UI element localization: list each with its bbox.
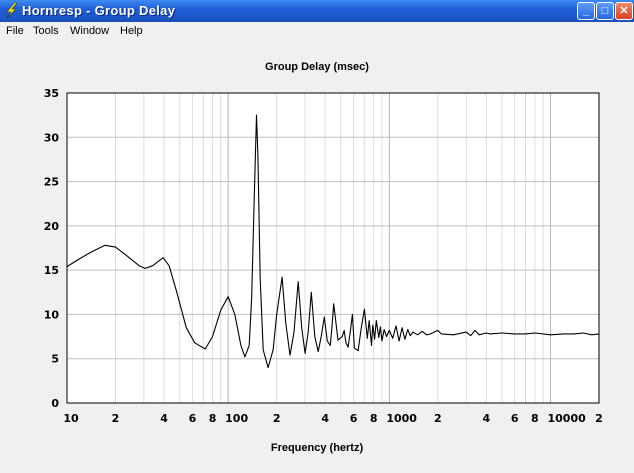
- y-tick-label: 15: [44, 264, 59, 277]
- x-tick-label: 2: [595, 412, 603, 425]
- x-tick-label: 8: [370, 412, 378, 425]
- x-tick-label: 6: [511, 412, 519, 425]
- x-tick-label: 2: [434, 412, 442, 425]
- y-tick-label: 25: [44, 176, 59, 189]
- x-tick-label: 8: [209, 412, 217, 425]
- x-tick-label: 10: [63, 412, 79, 425]
- x-tick-label: 4: [483, 412, 491, 425]
- x-tick-label: 4: [160, 412, 168, 425]
- x-tick-label: 1000: [386, 412, 417, 425]
- y-tick-label: 0: [51, 397, 59, 410]
- x-tick-label: 100: [225, 412, 248, 425]
- x-tick-label: 8: [531, 412, 539, 425]
- x-axis-label: Frequency (hertz): [270, 442, 364, 454]
- x-tick-label: 10000: [547, 412, 586, 425]
- x-tick-label: 2: [112, 412, 120, 425]
- x-tick-label: 2: [273, 412, 281, 425]
- y-tick-label: 30: [44, 131, 60, 144]
- x-tick-label: 6: [189, 412, 197, 425]
- y-tick-label: 5: [51, 353, 59, 366]
- y-tick-label: 10: [44, 308, 60, 321]
- y-tick-label: 35: [44, 87, 59, 100]
- y-tick-label: 20: [44, 220, 60, 233]
- plot-area: [67, 93, 599, 403]
- group-delay-chart: 0510152025303510 2 4 6 8 100 2 4 6 8 1000 2 4 6 8 10000…: [44, 87, 603, 425]
- x-tick-label: 6: [350, 412, 358, 425]
- x-tick-label: 4: [321, 412, 329, 425]
